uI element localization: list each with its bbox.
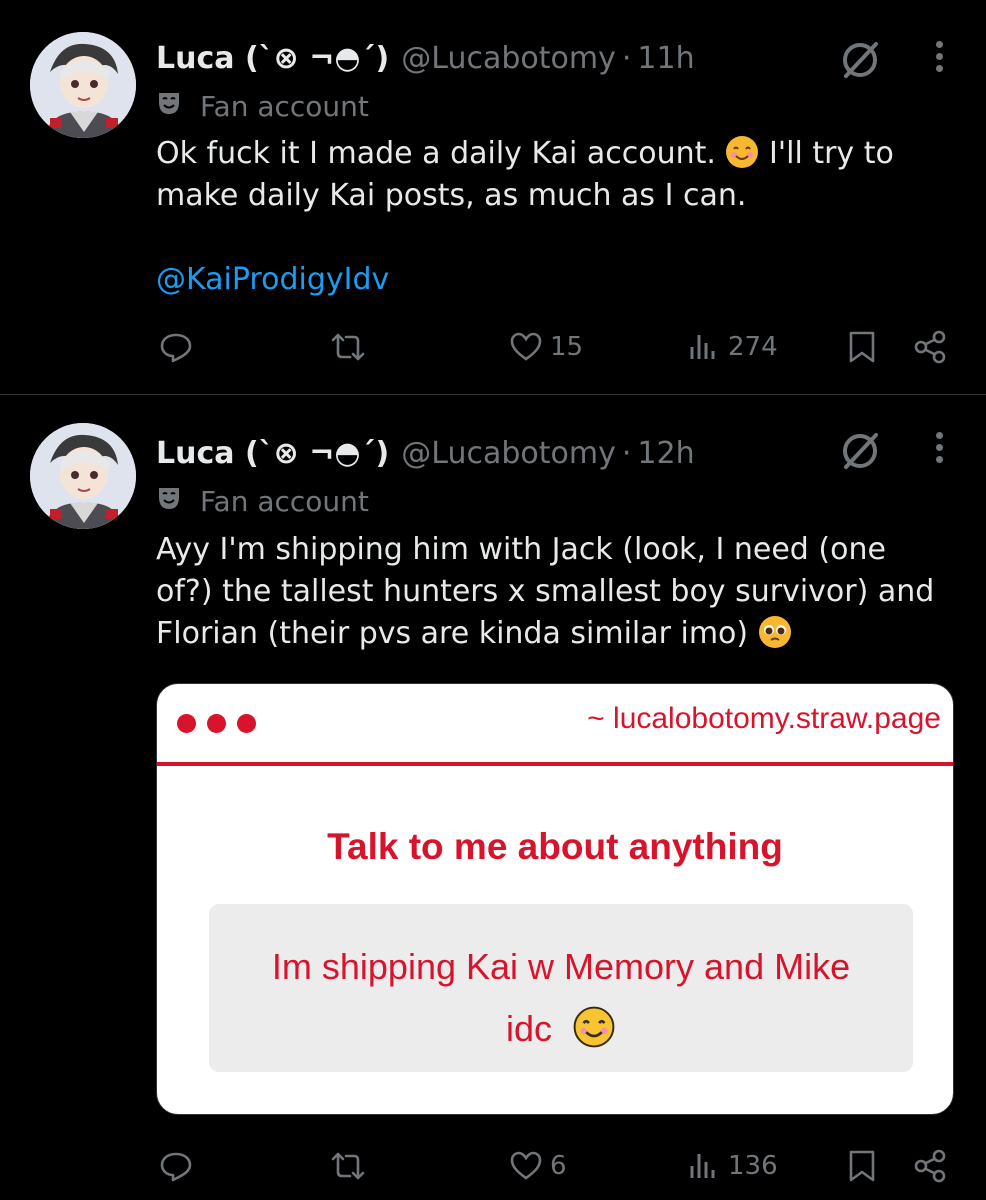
separator-dot: · <box>621 435 632 471</box>
link-card[interactable]: ~ lucalobotomy.straw.page Talk to me abo… <box>156 683 954 1115</box>
pleading-emoji <box>758 616 791 648</box>
tweet-text-line: make daily Kai posts, as much as I can. <box>156 178 747 213</box>
avatar-illustration <box>30 32 136 138</box>
like-count: 15 <box>550 332 584 362</box>
views-button[interactable]: 274 <box>686 322 778 372</box>
like-icon <box>510 1151 542 1180</box>
tweet-text-line: of?) the tallest hunters x smallest boy … <box>156 574 935 609</box>
share-button[interactable] <box>912 322 948 372</box>
views-button[interactable]: 136 <box>686 1141 778 1191</box>
action-bar: 6 136 <box>156 1141 950 1191</box>
repost-icon <box>331 1152 365 1180</box>
action-bar: 15 274 <box>156 322 950 372</box>
tweet-text: Ayy I'm shipping him with Jack (look, I … <box>156 529 946 655</box>
reply-icon <box>160 333 192 363</box>
more-icon[interactable] <box>932 429 946 469</box>
account-label: Fan account <box>156 481 369 521</box>
bookmark-icon <box>849 1150 875 1182</box>
bookmark-button[interactable] <box>844 1141 880 1191</box>
card-message-line: idc <box>505 1008 552 1049</box>
account-label-text: Fan account <box>200 484 369 518</box>
account-label: Fan account <box>156 86 369 126</box>
author-handle[interactable]: @Lucabotomy <box>401 41 616 76</box>
author-name[interactable]: Luca (`⊗ ¬◓´) <box>156 41 389 76</box>
mask-icon <box>156 90 182 123</box>
tweet-header: Luca (`⊗ ¬◓´) @Lucabotomy · 11h <box>156 36 856 80</box>
bookmark-button[interactable] <box>844 322 880 372</box>
grok-icon[interactable] <box>838 429 882 473</box>
smiling-emoji <box>726 136 759 168</box>
views-icon <box>690 1154 715 1178</box>
card-message: Im shipping Kai w Memory and Mike idc <box>209 904 913 1072</box>
mention-link[interactable]: @KaiProdigyIdv <box>156 259 946 301</box>
tweet-text-line: I'll try to <box>769 136 894 171</box>
card-title: Talk to me about anything <box>327 826 783 867</box>
card-browser-bar: ~ lucalobotomy.straw.page <box>157 684 953 766</box>
window-dots <box>177 714 267 733</box>
view-count: 274 <box>728 332 778 362</box>
author-name[interactable]: Luca (`⊗ ¬◓´) <box>156 436 389 471</box>
reply-button[interactable] <box>158 322 194 372</box>
avatar[interactable] <box>30 423 136 529</box>
tweet-text-line: Ok fuck it I made a daily Kai account. <box>156 136 716 171</box>
like-icon <box>510 332 542 361</box>
reply-button[interactable] <box>158 1141 194 1191</box>
bookmark-icon <box>849 331 875 363</box>
tweet-text-line: Ayy I'm shipping him with Jack (look, I … <box>156 532 886 567</box>
smiling-emoji <box>573 1006 615 1048</box>
tweet[interactable]: Luca (`⊗ ¬◓´) @Lucabotomy · 11h Fan acco… <box>0 0 986 395</box>
share-button[interactable] <box>912 1141 948 1191</box>
view-count: 136 <box>728 1151 778 1181</box>
card-message-line: Im shipping Kai w Memory and Mike <box>271 946 851 987</box>
timestamp[interactable]: 11h <box>637 41 694 76</box>
repost-icon <box>331 333 365 361</box>
tweet-text: Ok fuck it I made a daily Kai account. I… <box>156 133 946 301</box>
separator-dot: · <box>621 40 632 76</box>
mask-icon <box>156 485 182 518</box>
grok-icon[interactable] <box>838 38 882 82</box>
repost-button[interactable] <box>330 322 366 372</box>
share-icon <box>914 1149 946 1183</box>
more-icon[interactable] <box>932 38 946 78</box>
timestamp[interactable]: 12h <box>637 436 694 471</box>
tweet-text-line: Florian (their pvs are kinda similar imo… <box>156 616 749 651</box>
share-icon <box>914 330 946 364</box>
reply-icon <box>160 1152 192 1182</box>
author-handle[interactable]: @Lucabotomy <box>401 436 616 471</box>
tweet-header: Luca (`⊗ ¬◓´) @Lucabotomy · 12h <box>156 431 856 475</box>
like-count: 6 <box>550 1151 567 1181</box>
card-url: ~ lucalobotomy.straw.page <box>587 702 941 735</box>
account-label-text: Fan account <box>200 89 369 123</box>
avatar[interactable] <box>30 32 136 138</box>
like-button[interactable]: 15 <box>508 322 583 372</box>
repost-button[interactable] <box>330 1141 366 1191</box>
like-button[interactable]: 6 <box>508 1141 567 1191</box>
views-icon <box>690 335 715 359</box>
avatar-illustration <box>30 423 136 529</box>
